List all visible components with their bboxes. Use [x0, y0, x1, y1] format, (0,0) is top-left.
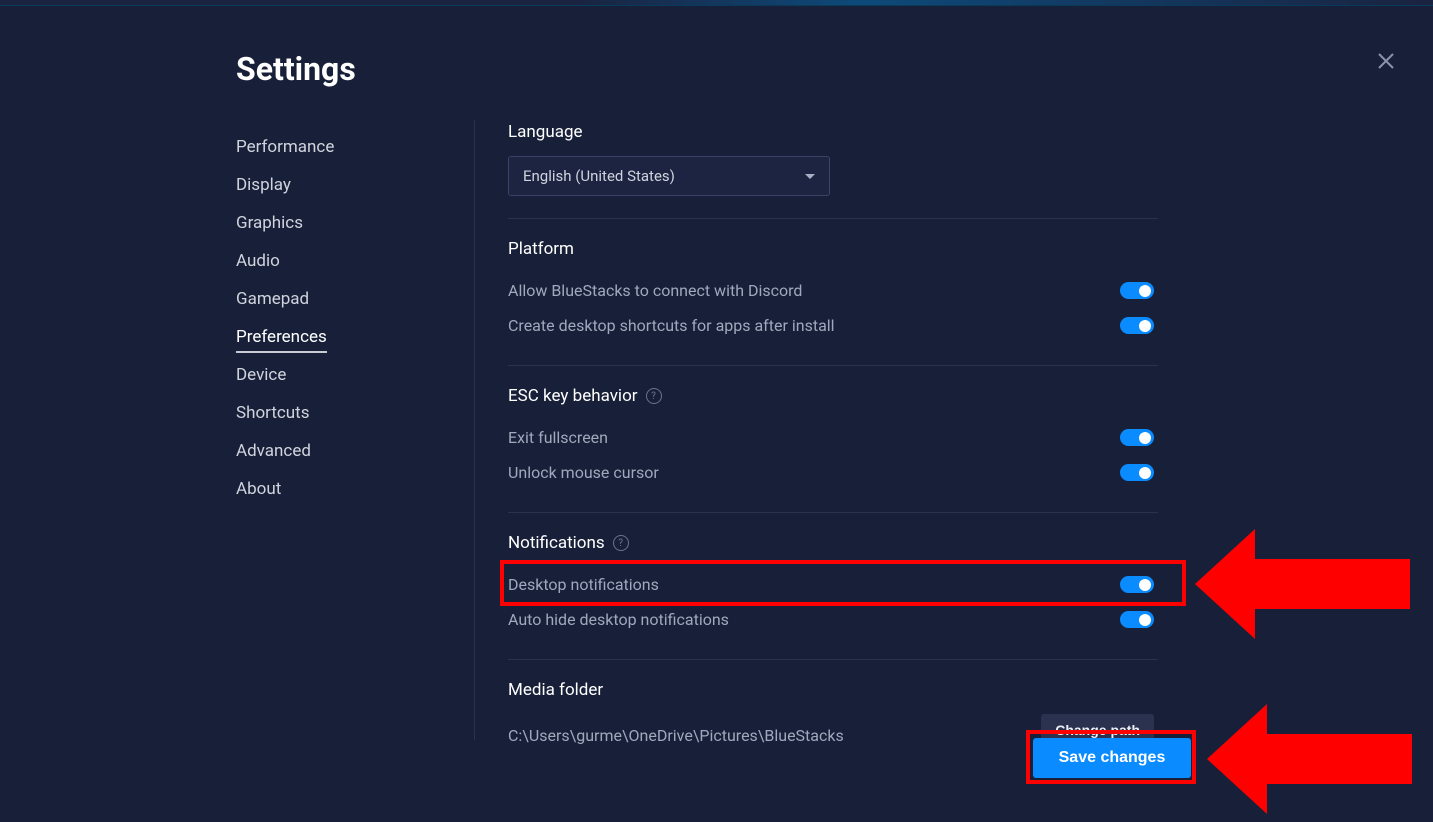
- esc-header: ESC key behavior ?: [508, 386, 1158, 406]
- divider: [508, 659, 1158, 660]
- esc-section: ESC key behavior ? Exit fullscreen Unloc…: [508, 386, 1158, 490]
- desktop-shortcuts-toggle-label: Create desktop shortcuts for apps after …: [508, 316, 835, 335]
- sidebar-item-label: Device: [236, 365, 286, 385]
- sidebar-item-device[interactable]: Device: [236, 356, 416, 394]
- sidebar-item-shortcuts[interactable]: Shortcuts: [236, 394, 416, 432]
- window-topbar: [0, 0, 1433, 6]
- close-icon: [1377, 52, 1395, 70]
- language-header: Language: [508, 122, 1158, 142]
- sidebar-item-label: Gamepad: [236, 289, 309, 309]
- divider: [508, 365, 1158, 366]
- sidebar-item-display[interactable]: Display: [236, 166, 416, 204]
- sidebar-item-label: Advanced: [236, 441, 311, 461]
- sidebar-item-label: Shortcuts: [236, 403, 310, 423]
- media-folder-header: Media folder: [508, 680, 1158, 700]
- media-path-value: C:\Users\gurme\OneDrive\Pictures\BlueSta…: [508, 726, 844, 745]
- discord-toggle-label: Allow BlueStacks to connect with Discord: [508, 281, 802, 300]
- discord-toggle[interactable]: [1120, 282, 1154, 299]
- exit-fullscreen-toggle[interactable]: [1120, 429, 1154, 446]
- language-select-value: English (United States): [523, 167, 675, 185]
- platform-header: Platform: [508, 239, 1158, 259]
- sidebar-item-audio[interactable]: Audio: [236, 242, 416, 280]
- help-icon[interactable]: ?: [613, 535, 629, 551]
- language-section: Language English (United States): [508, 122, 1158, 196]
- chevron-down-icon: [805, 174, 815, 179]
- language-select[interactable]: English (United States): [508, 156, 830, 196]
- desktop-notifications-toggle[interactable]: [1120, 576, 1154, 593]
- exit-fullscreen-toggle-label: Exit fullscreen: [508, 428, 608, 447]
- unlock-mouse-toggle-label: Unlock mouse cursor: [508, 463, 659, 482]
- save-changes-button[interactable]: Save changes: [1033, 738, 1191, 778]
- divider: [508, 512, 1158, 513]
- annotation-arrow-save: [1207, 704, 1412, 814]
- unlock-mouse-toggle[interactable]: [1120, 464, 1154, 481]
- sidebar-item-advanced[interactable]: Advanced: [236, 432, 416, 470]
- sidebar-item-gamepad[interactable]: Gamepad: [236, 280, 416, 318]
- media-folder-section: Media folder C:\Users\gurme\OneDrive\Pic…: [508, 680, 1158, 746]
- notifications-header: Notifications ?: [508, 533, 1158, 553]
- notifications-section: Notifications ? Desktop notifications Au…: [508, 533, 1158, 637]
- desktop-notifications-toggle-label: Desktop notifications: [508, 575, 659, 594]
- desktop-shortcuts-toggle[interactable]: [1120, 317, 1154, 334]
- help-icon[interactable]: ?: [646, 388, 662, 404]
- annotation-arrow-autohide: [1195, 529, 1410, 639]
- sidebar-item-performance[interactable]: Performance: [236, 128, 416, 166]
- content-panel: Language English (United States) Platfor…: [508, 122, 1158, 768]
- esc-header-label: ESC key behavior: [508, 386, 638, 406]
- notifications-header-label: Notifications: [508, 533, 605, 553]
- page-title: Settings: [236, 50, 356, 88]
- sidebar-item-label: About: [236, 479, 281, 499]
- sidebar-item-label: Preferences: [236, 327, 327, 353]
- sidebar-nav: Performance Display Graphics Audio Gamep…: [236, 128, 416, 508]
- sidebar-item-label: Audio: [236, 251, 280, 271]
- sidebar-item-label: Graphics: [236, 213, 303, 233]
- divider: [508, 218, 1158, 219]
- sidebar-item-label: Display: [236, 175, 291, 195]
- autohide-notifications-toggle-label: Auto hide desktop notifications: [508, 610, 729, 629]
- sidebar-item-about[interactable]: About: [236, 470, 416, 508]
- sidebar-item-graphics[interactable]: Graphics: [236, 204, 416, 242]
- close-button[interactable]: [1377, 52, 1401, 76]
- platform-section: Platform Allow BlueStacks to connect wit…: [508, 239, 1158, 343]
- vertical-divider: [474, 120, 475, 740]
- sidebar-item-label: Performance: [236, 137, 334, 157]
- sidebar-item-preferences[interactable]: Preferences: [236, 318, 416, 356]
- autohide-notifications-toggle[interactable]: [1120, 611, 1154, 628]
